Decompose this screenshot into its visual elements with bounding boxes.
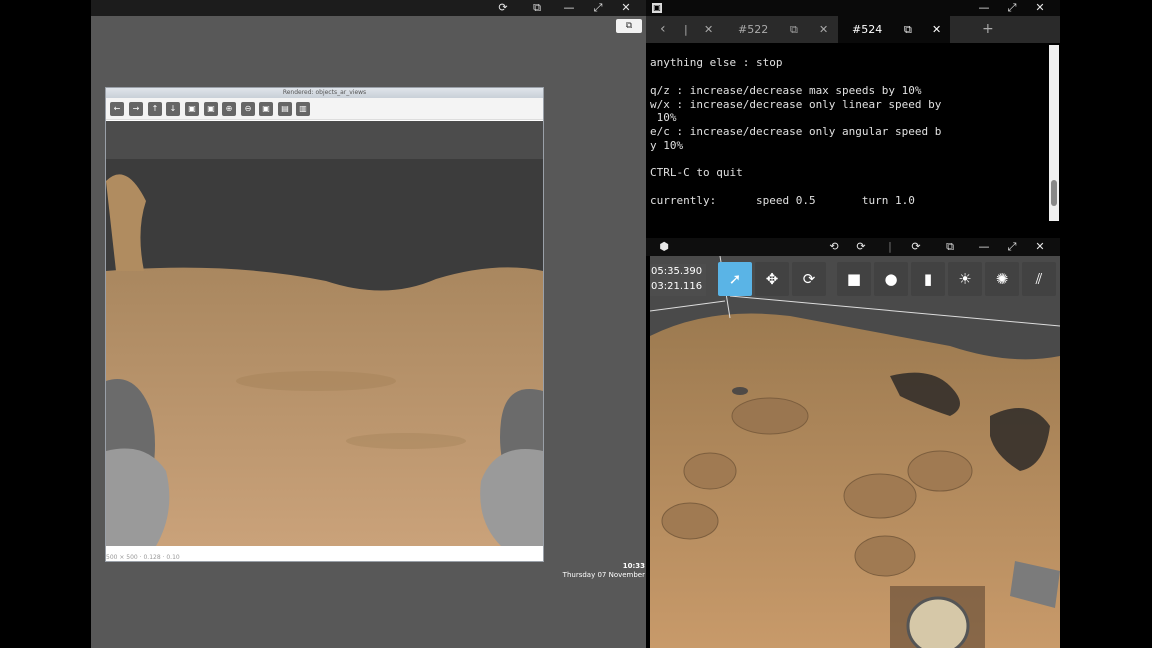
terminal-tab-bar: ‹ | ✕ #522 ⧉ ✕ #524 ⧉ ✕ + xyxy=(646,16,1060,43)
minimize-icon[interactable]: — xyxy=(976,239,992,255)
gazebo-titlebar: ⬢ ⟲ ⟳ | ⟳ ⧉ — ⤢ ✕ xyxy=(646,238,1060,256)
minimize-icon[interactable]: — xyxy=(976,0,992,16)
save-icon[interactable]: ▣ xyxy=(259,102,273,116)
directional-light-icon[interactable]: ⫽ xyxy=(1022,262,1056,296)
export-icon[interactable]: ▥ xyxy=(296,102,310,116)
external-link-icon[interactable]: ⧉ xyxy=(904,16,912,43)
close-icon[interactable]: ✕ xyxy=(1032,239,1048,255)
down-icon[interactable]: ↓ xyxy=(166,102,180,116)
toolbar-separator: | xyxy=(888,240,892,253)
mars-terrain-scene xyxy=(650,256,1060,648)
clock-time: 10:33 xyxy=(622,562,645,570)
zoom-out-icon[interactable]: ⊖ xyxy=(241,102,255,116)
viewer-title: Rendered: objects_ar_views xyxy=(106,88,543,98)
cube-icon: ⬢ xyxy=(659,240,669,253)
left-window-titlebar: ⟳ ⧉ — ⤢ ✕ xyxy=(91,0,646,16)
close-icon[interactable]: ✕ xyxy=(932,16,941,43)
tab-separator: | xyxy=(684,23,688,36)
maximize-icon[interactable]: ⤢ xyxy=(1004,0,1020,16)
float-window-button[interactable]: ⧉ xyxy=(616,19,642,33)
terminal-line: anything else : stop xyxy=(650,56,783,69)
tab-522[interactable]: #522 ⧉ ✕ xyxy=(726,16,838,43)
terminal-line: currently: speed 0.5 turn 1.0 xyxy=(650,194,915,207)
redo-icon[interactable]: ⟳ xyxy=(853,239,869,255)
sun-light-icon[interactable]: ☀ xyxy=(948,262,982,296)
add-tab-button[interactable]: + xyxy=(982,16,994,43)
close-icon[interactable]: ✕ xyxy=(704,16,713,43)
viewer-status: 500 × 500 · 0.128 · 0.10 xyxy=(106,554,180,561)
terminal-line: CTRL-C to quit xyxy=(650,166,743,179)
chevron-left-icon[interactable]: ‹ xyxy=(660,16,666,43)
cylinder-shape-icon[interactable]: ▮ xyxy=(911,262,945,296)
camera-image xyxy=(106,121,543,546)
gazebo-3d-viewport[interactable] xyxy=(650,256,1060,648)
undo-icon[interactable]: ⟲ xyxy=(826,239,842,255)
terminal-app-icon: ▣ xyxy=(652,3,662,13)
terminal-scrollbar[interactable] xyxy=(1049,45,1059,221)
zoom-in-icon[interactable]: ⊕ xyxy=(222,102,236,116)
terminal-window-titlebar: ▣ — ⤢ ✕ xyxy=(646,0,1060,16)
image-viewer-window: Rendered: objects_ar_views ← → ↑ ↓ ▣ ▣ ⊕… xyxy=(105,87,544,562)
maximize-icon[interactable]: ⤢ xyxy=(1004,239,1020,255)
terminal-line: y 10% xyxy=(650,139,684,152)
viewer-toolbar: ← → ↑ ↓ ▣ ▣ ⊕ ⊖ ▣ ▤ ▥ xyxy=(106,98,543,120)
select-tool-icon[interactable]: ➚ xyxy=(718,262,752,296)
tab-label: #524 xyxy=(852,23,883,36)
terminal-line: w/x : increase/decrease only linear spee… xyxy=(650,98,942,111)
close-icon[interactable]: ✕ xyxy=(1032,0,1048,16)
close-icon[interactable]: ✕ xyxy=(618,0,634,16)
external-link-icon[interactable]: ⧉ xyxy=(790,16,798,43)
desktop-area: ⟳ ⧉ — ⤢ ✕ ⧉ Rendered: objects_ar_views ←… xyxy=(91,0,646,648)
gazebo-toolbar: ➚ ✥ ⟳ ■ ● ▮ ☀ ✺ ⫽ xyxy=(650,260,1060,296)
external-link-icon[interactable]: ⧉ xyxy=(529,0,545,16)
close-icon[interactable]: ✕ xyxy=(819,16,828,43)
terminal-output[interactable]: anything else : stop q/z : increase/decr… xyxy=(646,43,1060,238)
external-link-icon[interactable]: ⧉ xyxy=(942,239,958,255)
tab-label: #522 xyxy=(738,23,769,36)
minimize-icon[interactable]: — xyxy=(561,0,577,16)
back-icon[interactable]: ← xyxy=(110,102,124,116)
terminal-line: q/z : increase/decrease max speeds by 10… xyxy=(650,84,922,97)
clock-date: Thursday 07 November xyxy=(562,571,645,579)
up-icon[interactable]: ↑ xyxy=(148,102,162,116)
terminal-line: 10% xyxy=(650,111,677,124)
sphere-shape-icon[interactable]: ● xyxy=(874,262,908,296)
rotate-tool-icon[interactable]: ⟳ xyxy=(792,262,826,296)
forward-icon[interactable]: → xyxy=(129,102,143,116)
rover-camera-view xyxy=(106,121,543,546)
box-shape-icon[interactable]: ■ xyxy=(837,262,871,296)
scrollbar-thumb[interactable] xyxy=(1051,180,1057,206)
translate-tool-icon[interactable]: ✥ xyxy=(755,262,789,296)
settings-icon[interactable]: ▤ xyxy=(278,102,292,116)
refresh-icon[interactable]: ⟳ xyxy=(908,239,924,255)
terminal-line: e/c : increase/decrease only angular spe… xyxy=(650,125,942,138)
refresh-icon[interactable]: ⟳ xyxy=(495,0,511,16)
point-light-icon[interactable]: ✺ xyxy=(985,262,1019,296)
fit-icon[interactable]: ▣ xyxy=(185,102,199,116)
actual-size-icon[interactable]: ▣ xyxy=(204,102,218,116)
tab-524[interactable]: #524 ⧉ ✕ xyxy=(838,16,950,43)
maximize-icon[interactable]: ⤢ xyxy=(590,0,606,16)
